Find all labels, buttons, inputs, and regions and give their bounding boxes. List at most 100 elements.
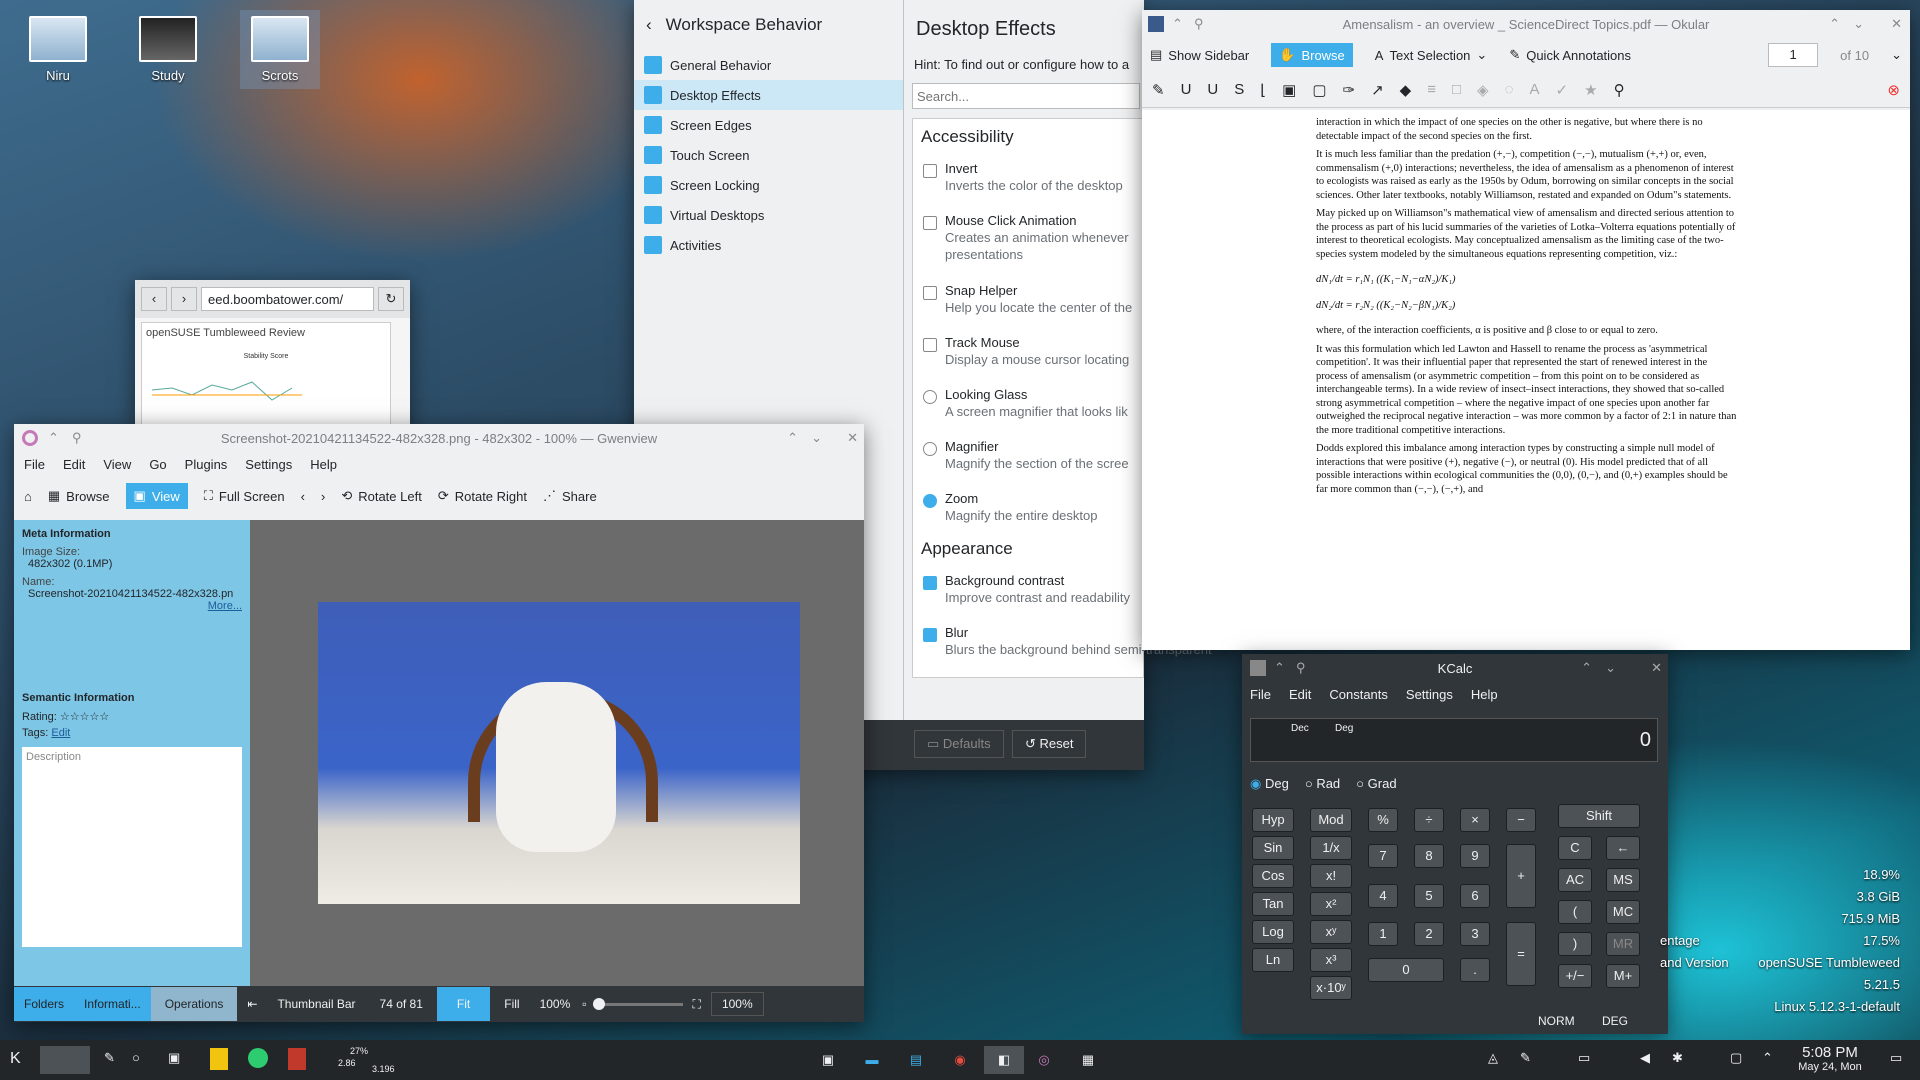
terminal-icon[interactable]: ▣ [168,1050,180,1066]
network-icon[interactable]: ▢ [1730,1050,1742,1066]
mode-rad[interactable]: ○ Rad [1305,776,1340,792]
mode-grad[interactable]: ○ Grad [1356,776,1396,792]
browse-button[interactable]: ✋ Browse [1271,43,1353,67]
font-icon[interactable]: A [1530,81,1540,98]
display-icon[interactable]: ▭ [1578,1050,1590,1066]
key-memory-clear[interactable]: MC [1606,900,1640,924]
browser-icon[interactable] [248,1048,268,1068]
radio[interactable] [923,390,937,404]
key-memory-store[interactable]: MS [1606,868,1640,892]
inline-note-icon[interactable]: ▣ [1282,81,1296,99]
search-input[interactable] [912,83,1140,109]
pin-annotation-icon[interactable]: ✓ [1556,81,1569,99]
key-log[interactable]: Log [1252,920,1294,944]
annotate-icon[interactable]: ✎ [104,1050,115,1066]
checkbox[interactable] [923,216,937,230]
home-icon[interactable]: ⌂ [24,489,32,504]
reload-icon[interactable]: ↻ [378,287,404,311]
key-divide[interactable]: ÷ [1414,808,1444,832]
freehand-icon[interactable]: ✑ [1343,81,1356,99]
key-equals[interactable]: = [1506,922,1536,986]
key-multiply[interactable]: × [1460,808,1490,832]
sidebar-item-touch-screen[interactable]: Touch Screen [634,140,903,170]
key-factorial[interactable]: x! [1310,864,1352,888]
krunner-icon[interactable]: ○ [132,1050,140,1065]
close-toolbar-icon[interactable]: ⊗ [1887,81,1900,99]
task-okular[interactable]: ◧ [984,1046,1024,1074]
key-power[interactable]: xʸ [1310,920,1352,944]
key-backspace[interactable]: ← [1606,836,1640,860]
zoom-fit-icon[interactable]: ⛶ [683,997,711,1012]
desktop-icon-niru[interactable]: Niru [18,16,98,83]
clipboard-icon[interactable]: ✎ [1520,1050,1531,1066]
key-exp[interactable]: x·10ʸ [1310,976,1352,1000]
key-2[interactable]: 2 [1414,922,1444,946]
sidebar-item-desktop-effects[interactable]: Desktop Effects [634,80,903,110]
zoom-100-button[interactable]: 100% [534,997,577,1011]
menu-settings[interactable]: Settings [245,457,292,472]
key-reciprocal[interactable]: 1/x [1310,836,1352,860]
minimize-icon[interactable]: ⌃ [1581,660,1592,676]
key-3[interactable]: 3 [1460,922,1490,946]
view-button[interactable]: ▣ View [125,483,188,509]
sidebar-item-activities[interactable]: Activities [634,230,903,260]
fill-icon[interactable]: ◈ [1477,81,1489,99]
show-desktop-icon[interactable]: ▭ [1890,1050,1902,1066]
typewriter-icon[interactable]: ⌊ [1260,81,1266,99]
checkbox[interactable] [923,338,937,352]
menu-file[interactable]: File [1250,687,1271,702]
key-5[interactable]: 5 [1414,884,1444,908]
key-6[interactable]: 6 [1460,884,1490,908]
task-terminal[interactable]: ▣ [808,1046,848,1074]
slider-handle[interactable] [592,997,605,1010]
tab-folders[interactable]: Folders [14,987,75,1021]
key-mod[interactable]: Mod [1310,808,1352,832]
menu-help[interactable]: Help [310,457,337,472]
next-icon[interactable]: › [321,489,325,504]
maximize-icon[interactable]: ⌄ [1605,660,1616,676]
notes-icon[interactable] [210,1048,228,1070]
menu-view[interactable]: View [103,457,131,472]
clock[interactable]: 5:08 PM May 24, Mon [1780,1044,1880,1073]
key-memory-plus[interactable]: M+ [1606,964,1640,988]
popup-note-icon[interactable]: ▢ [1312,81,1326,99]
menu-edit[interactable]: Edit [63,457,85,472]
key-tan[interactable]: Tan [1252,892,1294,916]
sidebar-item-screen-edges[interactable]: Screen Edges [634,110,903,140]
menu-settings[interactable]: Settings [1406,687,1453,702]
url-field[interactable]: eed.boombatower.com/ [201,287,374,311]
pager[interactable] [40,1046,90,1074]
sidebar-item-virtual-desktops[interactable]: Virtual Desktops [634,200,903,230]
key-sin[interactable]: Sin [1252,836,1294,860]
minimize-icon[interactable]: ⌄ [1853,16,1864,32]
description-field[interactable]: Description [22,747,242,947]
opacity-icon[interactable]: ◌ [1505,81,1514,98]
fill-button[interactable]: Fill [490,997,533,1011]
tab-operations[interactable]: Operations [150,987,238,1021]
checkbox[interactable] [923,628,937,642]
previous-icon[interactable]: ‹ [301,489,305,504]
back-button[interactable]: ‹ [141,287,167,311]
key-shift[interactable]: Shift [1558,804,1640,828]
task-kcalc[interactable]: ▦ [1068,1046,1108,1074]
key-hyp[interactable]: Hyp [1252,808,1294,832]
sidebar-item-screen-locking[interactable]: Screen Locking [634,170,903,200]
close-button[interactable]: ✕ [847,430,858,446]
key-sign[interactable]: +/− [1558,964,1592,988]
menu-go[interactable]: Go [149,457,166,472]
quick-annotations-button[interactable]: ✎ Quick Annotations [1509,47,1631,63]
page-input[interactable]: 1 [1768,43,1819,67]
underline-icon[interactable]: U [1181,81,1192,98]
menu-edit[interactable]: Edit [1289,687,1311,702]
stamp-icon[interactable]: ◆ [1400,81,1412,99]
text-selection-button[interactable]: A Text Selection ⌄ [1375,47,1488,63]
app-launcher-icon[interactable]: K [10,1050,21,1068]
defaults-button[interactable]: ▭ Defaults [914,730,1004,758]
shape-icon[interactable]: □ [1452,81,1461,98]
keep-above-icon[interactable]: ⌃ [1172,16,1183,32]
more-link[interactable]: More... [22,600,242,612]
key-cos[interactable]: Cos [1252,864,1294,888]
checkbox[interactable] [923,164,937,178]
key-8[interactable]: 8 [1414,844,1444,868]
pin-icon[interactable]: ⚲ [1614,81,1625,99]
